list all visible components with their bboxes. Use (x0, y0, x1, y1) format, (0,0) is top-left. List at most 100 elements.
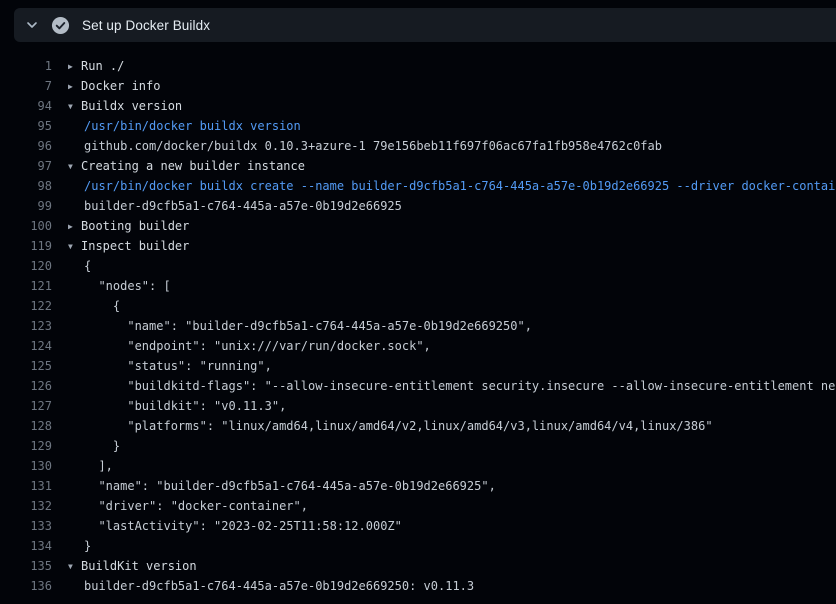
log-text: /usr/bin/docker buildx create --name bui… (84, 179, 836, 193)
log-line: 127 "buildkit": "v0.11.3", (0, 396, 836, 416)
line-number[interactable]: 133 (0, 516, 52, 536)
log-text: builder-d9cfb5a1-c764-445a-a57e-0b19d2e6… (84, 579, 474, 593)
log-text: } (84, 539, 91, 553)
line-number[interactable]: 119 (0, 236, 52, 256)
line-content: "buildkit": "v0.11.3", (52, 396, 836, 416)
log-line[interactable]: 100 ▶Booting builder (0, 216, 836, 236)
line-content: { (52, 296, 836, 316)
log-text: { (84, 299, 120, 313)
log-line: 122 { (0, 296, 836, 316)
group-title[interactable]: Buildx version (81, 99, 182, 113)
line-content: builder-d9cfb5a1-c764-445a-a57e-0b19d2e6… (52, 576, 836, 596)
line-number[interactable]: 125 (0, 356, 52, 376)
step-header[interactable]: Set up Docker Buildx (14, 8, 836, 42)
log-line: 136 builder-d9cfb5a1-c764-445a-a57e-0b19… (0, 576, 836, 596)
line-content: /usr/bin/docker buildx create --name bui… (52, 176, 836, 196)
disclosure-collapsed-icon[interactable]: ▶ (68, 217, 81, 236)
group-title[interactable]: Inspect builder (81, 239, 189, 253)
line-number[interactable]: 94 (0, 96, 52, 116)
disclosure-expanded-icon[interactable]: ▼ (68, 97, 81, 116)
line-content: "lastActivity": "2023-02-25T11:58:12.000… (52, 516, 836, 536)
log-text: ], (84, 459, 113, 473)
line-number[interactable]: 98 (0, 176, 52, 196)
disclosure-expanded-icon[interactable]: ▼ (68, 237, 81, 256)
group-title[interactable]: Booting builder (81, 219, 189, 233)
log-line[interactable]: 97 ▼Creating a new builder instance (0, 156, 836, 176)
log-line[interactable]: 1 ▶Run ./ (0, 56, 836, 76)
line-number[interactable]: 99 (0, 196, 52, 216)
log-text: "nodes": [ (84, 279, 171, 293)
log-text: "lastActivity": "2023-02-25T11:58:12.000… (84, 519, 402, 533)
line-content: "status": "running", (52, 356, 836, 376)
line-content: } (52, 436, 836, 456)
disclosure-expanded-icon[interactable]: ▼ (68, 557, 81, 576)
log-line: 95 /usr/bin/docker buildx version (0, 116, 836, 136)
line-number[interactable]: 128 (0, 416, 52, 436)
log-line: 128 "platforms": "linux/amd64,linux/amd6… (0, 416, 836, 436)
line-number[interactable]: 130 (0, 456, 52, 476)
log-text: builder-d9cfb5a1-c764-445a-a57e-0b19d2e6… (84, 199, 402, 213)
group-title[interactable]: Creating a new builder instance (81, 159, 305, 173)
log-line: 125 "status": "running", (0, 356, 836, 376)
line-content: "nodes": [ (52, 276, 836, 296)
line-number[interactable]: 129 (0, 436, 52, 456)
line-number[interactable]: 136 (0, 576, 52, 596)
line-number[interactable]: 135 (0, 556, 52, 576)
line-number[interactable]: 126 (0, 376, 52, 396)
log-line: 130 ], (0, 456, 836, 476)
line-number[interactable]: 120 (0, 256, 52, 276)
log-viewer: 1 ▶Run ./ 7 ▶Docker info 94 ▼Buildx vers… (0, 42, 836, 604)
log-line: 120 { (0, 256, 836, 276)
line-number[interactable]: 124 (0, 336, 52, 356)
line-content: ▶Run ./ (52, 56, 836, 76)
log-line: 131 "name": "builder-d9cfb5a1-c764-445a-… (0, 476, 836, 496)
line-content: ▼BuildKit version (52, 556, 836, 576)
line-content: ▶Booting builder (52, 216, 836, 236)
group-title[interactable]: Docker info (81, 79, 160, 93)
log-text: "driver": "docker-container", (84, 499, 308, 513)
disclosure-collapsed-icon[interactable]: ▶ (68, 77, 81, 96)
log-text: } (84, 439, 120, 453)
log-text: /usr/bin/docker buildx version (84, 119, 301, 133)
log-line: 132 "driver": "docker-container", (0, 496, 836, 516)
line-number[interactable]: 127 (0, 396, 52, 416)
log-text: "buildkitd-flags": "--allow-insecure-ent… (84, 379, 836, 393)
log-line[interactable]: 135 ▼BuildKit version (0, 556, 836, 576)
line-number[interactable]: 1 (0, 56, 52, 76)
group-title[interactable]: Run ./ (81, 59, 124, 73)
group-title[interactable]: BuildKit version (81, 559, 197, 573)
log-line[interactable]: 94 ▼Buildx version (0, 96, 836, 116)
log-text: "status": "running", (84, 359, 272, 373)
line-number[interactable]: 134 (0, 536, 52, 556)
line-number[interactable]: 131 (0, 476, 52, 496)
line-number[interactable]: 96 (0, 136, 52, 156)
log-line: 99 builder-d9cfb5a1-c764-445a-a57e-0b19d… (0, 196, 836, 216)
line-content: "driver": "docker-container", (52, 496, 836, 516)
log-text: "name": "builder-d9cfb5a1-c764-445a-a57e… (84, 479, 496, 493)
log-line: 123 "name": "builder-d9cfb5a1-c764-445a-… (0, 316, 836, 336)
log-line[interactable]: 7 ▶Docker info (0, 76, 836, 96)
line-number[interactable]: 122 (0, 296, 52, 316)
log-text: { (84, 259, 91, 273)
line-number[interactable]: 121 (0, 276, 52, 296)
line-number[interactable]: 100 (0, 216, 52, 236)
line-content: ▶Docker info (52, 76, 836, 96)
line-number[interactable]: 95 (0, 116, 52, 136)
line-number[interactable]: 7 (0, 76, 52, 96)
disclosure-expanded-icon[interactable]: ▼ (68, 157, 81, 176)
log-line: 124 "endpoint": "unix:///var/run/docker.… (0, 336, 836, 356)
line-number[interactable]: 97 (0, 156, 52, 176)
chevron-down-icon[interactable] (24, 17, 40, 33)
line-content: } (52, 536, 836, 556)
disclosure-collapsed-icon[interactable]: ▶ (68, 57, 81, 76)
line-content: "buildkitd-flags": "--allow-insecure-ent… (52, 376, 836, 396)
line-content: { (52, 256, 836, 276)
log-text: "platforms": "linux/amd64,linux/amd64/v2… (84, 419, 713, 433)
log-line[interactable]: 119 ▼Inspect builder (0, 236, 836, 256)
line-number[interactable]: 123 (0, 316, 52, 336)
line-number[interactable]: 132 (0, 496, 52, 516)
log-text: "buildkit": "v0.11.3", (84, 399, 286, 413)
line-content: builder-d9cfb5a1-c764-445a-a57e-0b19d2e6… (52, 196, 836, 216)
log-line: 121 "nodes": [ (0, 276, 836, 296)
log-line: 134 } (0, 536, 836, 556)
